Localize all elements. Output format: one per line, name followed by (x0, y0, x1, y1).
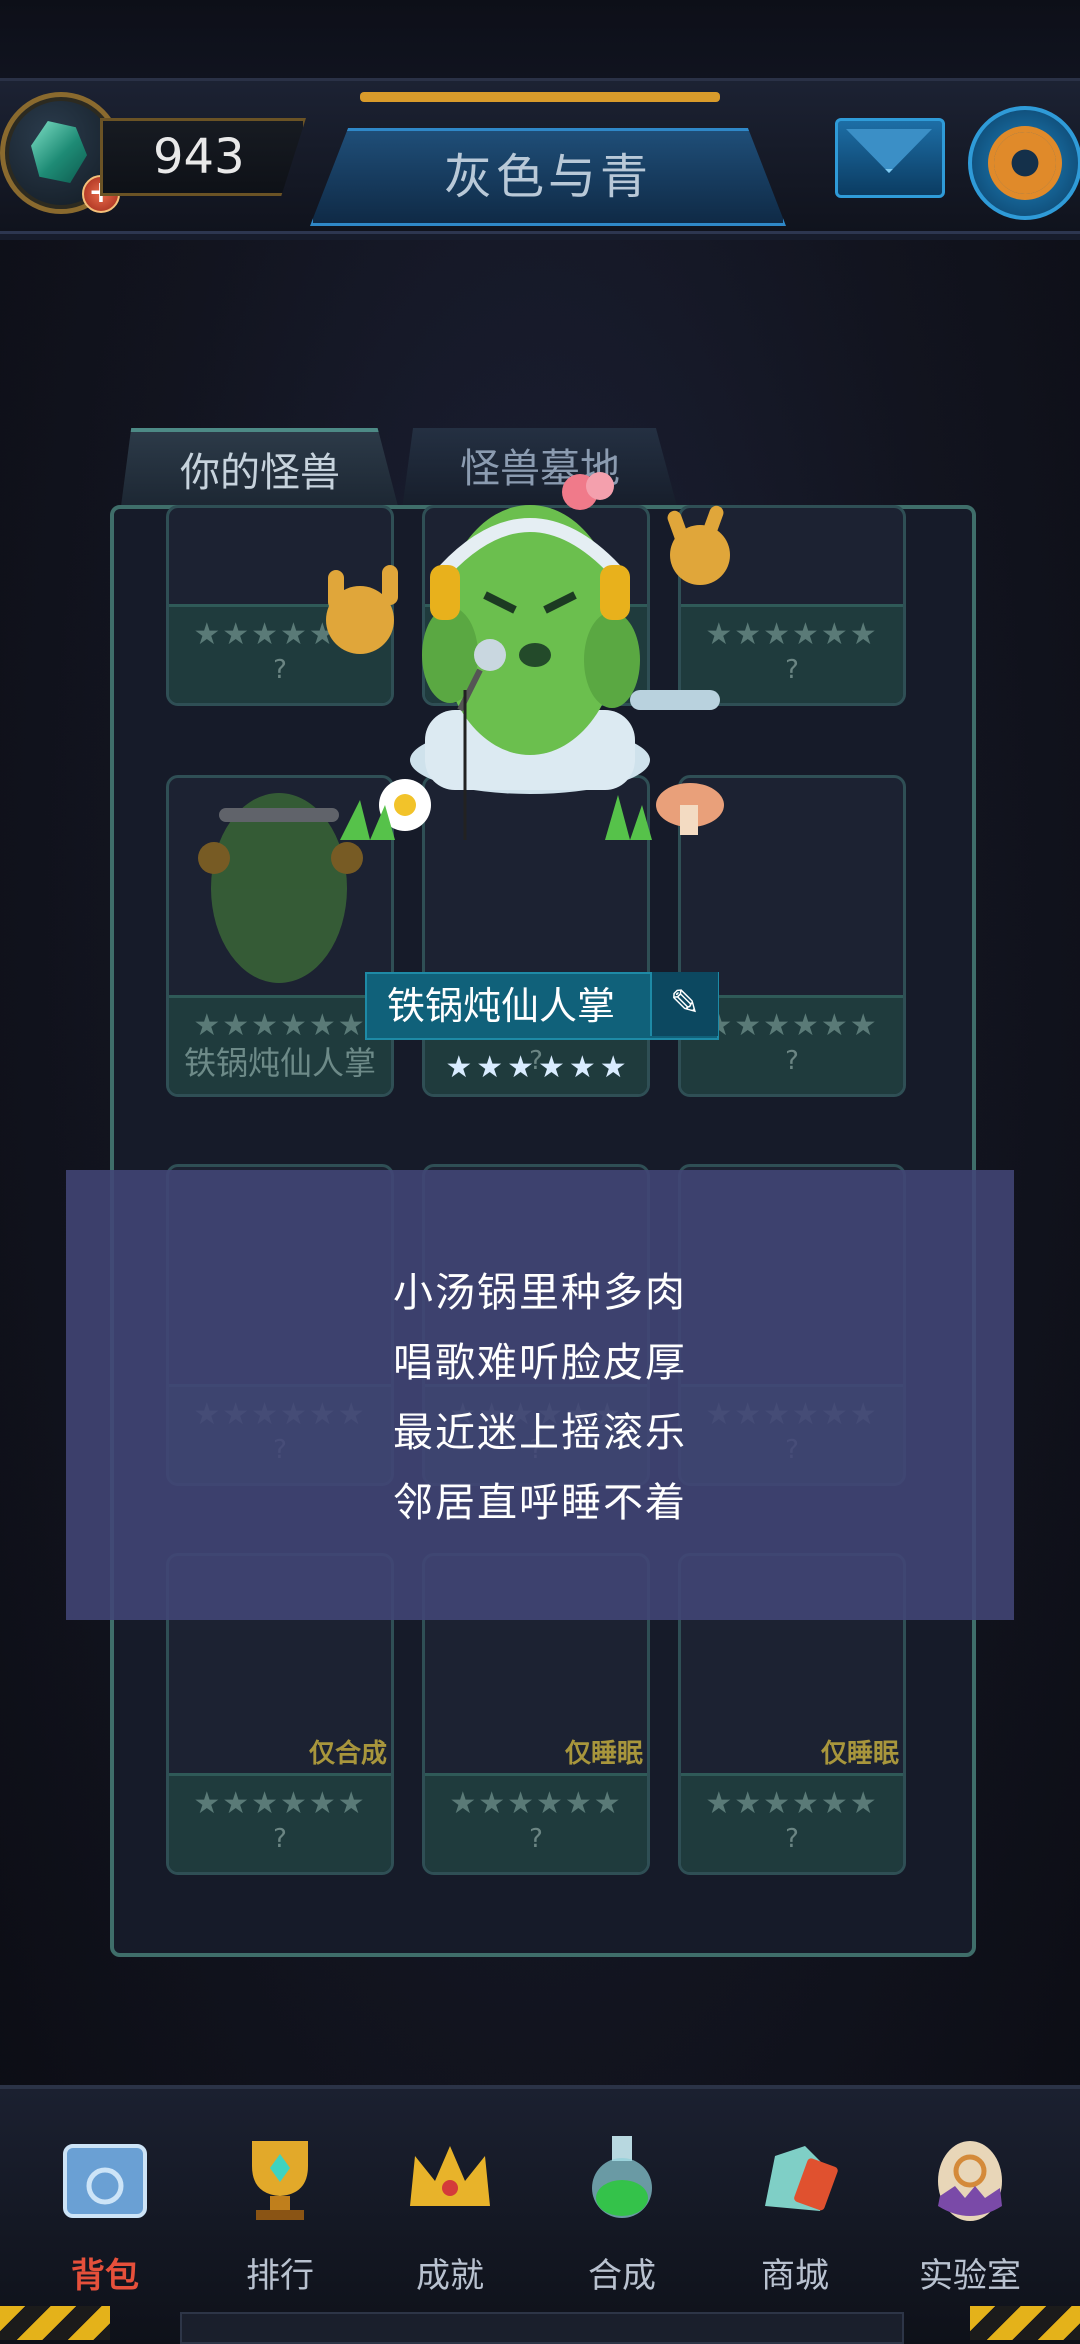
mushroom-icon (656, 783, 724, 835)
title-accent-line (360, 92, 720, 102)
nav-lab-label: 实验室 (919, 2256, 1021, 2296)
slot-unknown-label: ? (529, 1824, 543, 1854)
rock-hand-icon (326, 565, 398, 654)
nav-ranking-label: 排行 (246, 2256, 314, 2296)
selected-monster-stars: ★★★★★★ (445, 1050, 631, 1085)
player-name-title: 灰色与青 (310, 128, 786, 226)
slot-name-label: 铁锅炖仙人掌 (183, 1044, 376, 1082)
nav-synthesis-label: 合成 (588, 2256, 656, 2296)
pencil-icon: ✎ (669, 983, 701, 1024)
envelope-icon (846, 129, 932, 173)
nav-ranking[interactable]: 排行 (195, 2118, 365, 2308)
description-line: 最近迷上摇滚乐 (393, 1410, 687, 1456)
gear-icon (994, 132, 1056, 194)
slot-unknown-label: ? (785, 1824, 799, 1854)
synthesis-only-tag: 仅合成 (308, 1739, 387, 1769)
description-line: 唱歌难听脸皮厚 (393, 1340, 687, 1386)
description-line: 邻居直呼睡不着 (393, 1480, 687, 1526)
slot-stars: ★★★★★★ (193, 1786, 367, 1821)
monster-description-popup[interactable]: 小汤锅里种多肉 唱歌难听脸皮厚 最近迷上摇滚乐 邻居直呼睡不着 (66, 1170, 1014, 1620)
backpack-icon (63, 2144, 147, 2218)
flask-icon (592, 2136, 652, 2218)
trophy-icon (252, 2141, 308, 2220)
hazard-stripe (970, 2306, 1080, 2340)
slot-unknown-label: ? (785, 1046, 799, 1076)
nav-shop-label: 商城 (761, 2256, 829, 2296)
description-line: 小汤锅里种多肉 (393, 1270, 687, 1316)
crown-icon (410, 2146, 490, 2206)
sleep-only-tag: 仅睡眠 (564, 1739, 643, 1769)
shop-crystal-icon (765, 2146, 838, 2211)
slot-stars: ★★★★★★ (449, 1786, 623, 1821)
nav-achievement[interactable]: 成就 (365, 2118, 535, 2308)
settings-button[interactable] (968, 106, 1080, 220)
nav-bag-label: 背包 (71, 2256, 139, 2296)
mail-button[interactable] (835, 118, 945, 198)
edit-name-button[interactable]: ✎ (650, 972, 718, 1036)
peace-hand-icon (667, 505, 730, 585)
slot-stars: ★★★★★★ (705, 1786, 879, 1821)
egg-icon (938, 2141, 1002, 2221)
gem-counter: 943 (100, 118, 306, 196)
nav-shop[interactable]: 商城 (710, 2118, 880, 2308)
sleep-only-tag: 仅睡眠 (820, 1739, 899, 1769)
slot-unknown-label: ? (273, 1824, 287, 1854)
nav-synthesis[interactable]: 合成 (537, 2118, 707, 2308)
hazard-stripe (0, 2306, 110, 2340)
bottom-rail (180, 2312, 904, 2344)
nav-achievement-label: 成就 (416, 2256, 484, 2296)
nav-lab[interactable]: 实验室 (885, 2118, 1055, 2308)
nav-bag[interactable]: 背包 (20, 2118, 190, 2308)
cactus-monster-illustration (326, 472, 730, 840)
